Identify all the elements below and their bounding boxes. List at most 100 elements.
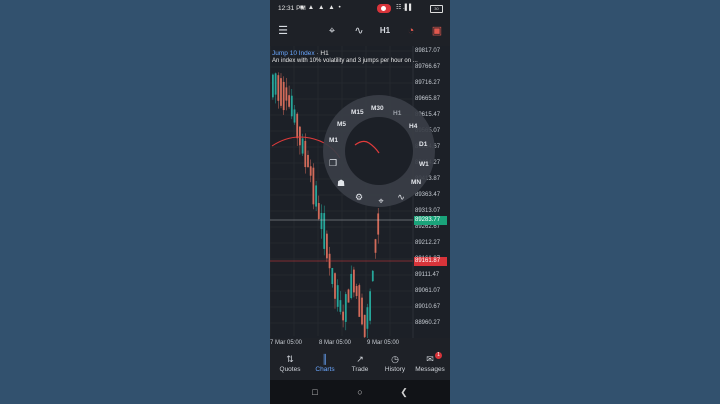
candle	[369, 291, 371, 321]
timeframe-mn[interactable]: MN	[411, 179, 421, 186]
candle	[293, 109, 296, 123]
timeframe-d1[interactable]: D1	[419, 141, 427, 148]
timeframe-w1[interactable]: W1	[419, 161, 429, 168]
candle	[344, 294, 347, 322]
candle	[317, 203, 320, 219]
candle	[277, 75, 280, 101]
candle	[366, 307, 369, 329]
chart-symbol-title: Jump 10 Index · H1	[272, 50, 329, 57]
timeframe-m1[interactable]: M1	[329, 137, 338, 144]
crosshair-icon[interactable]: ⌖	[325, 24, 339, 38]
phone-screen: 12:31 PM ■ ▲ ▲ ▲ • ☷ .▌▌ 30 ☰ ⌖ ∿ H1 ◔ ▣…	[270, 0, 450, 404]
price-label: 89313.07	[415, 208, 441, 214]
candle	[363, 314, 366, 338]
price-label: 89363.47	[415, 192, 441, 198]
candle	[274, 73, 277, 95]
settings-icon[interactable]: ⚙	[353, 191, 365, 203]
shapes-icon[interactable]: ☗	[335, 177, 347, 189]
bottom-navigation: ⇅ Quotes ║ Charts ↗ Trade ◷ History ✉ 1 …	[270, 350, 450, 380]
timeframe-h4[interactable]: H4	[409, 123, 417, 130]
charts-icon: ║	[321, 354, 329, 364]
candle	[336, 285, 339, 307]
indicators-icon[interactable]: ∿	[395, 191, 407, 203]
candle	[347, 289, 350, 303]
price-label: 89010.67	[415, 304, 441, 310]
trade-icon[interactable]: ▣	[430, 24, 444, 38]
price-label: 89766.67	[415, 64, 441, 70]
candle	[280, 78, 282, 106]
candle	[301, 138, 304, 154]
messages-icon: ✉	[426, 354, 434, 364]
candle	[309, 166, 312, 176]
battery-icon: 30	[430, 5, 443, 13]
candle	[331, 267, 334, 285]
candle	[323, 213, 326, 249]
ask-price-tag: 89161.87	[414, 257, 447, 266]
trade-icon: ↗	[356, 354, 364, 364]
candle	[339, 300, 342, 312]
status-bar: 12:31 PM ■ ▲ ▲ ▲ • ☷ .▌▌ 30	[270, 0, 450, 18]
candle	[342, 311, 344, 321]
objects-icon[interactable]: ◔	[404, 24, 418, 38]
window-icon[interactable]: ❐	[327, 157, 339, 169]
candle	[377, 213, 380, 235]
candle	[320, 212, 323, 230]
time-label: 8 Mar 05:00	[319, 340, 352, 346]
nav-charts[interactable]: ║ Charts	[307, 353, 343, 373]
nav-messages[interactable]: ✉ 1 Messages	[412, 352, 448, 373]
chart-toolbar: ☰ ⌖ ∿ H1 ◔ ▣	[270, 18, 450, 46]
bid-price-tag: 89283.77	[414, 216, 447, 225]
candle	[361, 297, 363, 325]
timeframe-m5[interactable]: M5	[337, 121, 346, 128]
candle	[350, 273, 353, 299]
recent-apps-button[interactable]: □	[309, 386, 321, 398]
candle	[285, 87, 288, 101]
price-label: 89111.47	[415, 272, 440, 278]
candle	[374, 239, 377, 253]
candle	[334, 273, 336, 299]
candle	[272, 74, 274, 98]
nav-charts-label: Charts	[315, 366, 335, 373]
nav-history-label: History	[384, 366, 406, 373]
home-button[interactable]: ○	[354, 386, 366, 398]
candle	[296, 113, 299, 139]
indicators-icon[interactable]: ∿	[352, 24, 366, 38]
price-label: 89817.07	[415, 48, 441, 54]
nav-messages-label: Messages	[415, 366, 445, 373]
nav-quotes[interactable]: ⇅ Quotes	[272, 353, 308, 373]
price-label: 89665.87	[415, 96, 441, 102]
crosshair-icon[interactable]: ⌖	[375, 195, 387, 207]
price-label: 89212.27	[415, 240, 441, 246]
system-navigation-bar: □ ○ ❮	[270, 380, 450, 404]
candle	[299, 126, 301, 146]
wheel-center	[345, 117, 413, 185]
candle	[371, 270, 374, 282]
nav-trade-label: Trade	[351, 366, 369, 373]
menu-icon[interactable]: ☰	[276, 24, 290, 38]
wheel-preview-line	[354, 140, 380, 154]
timeframe-m30[interactable]: M30	[371, 105, 384, 112]
price-label: 89061.07	[415, 288, 441, 294]
messages-badge: 1	[435, 352, 442, 359]
chart-timeframe: H1	[320, 50, 329, 57]
time-label: 7 Mar 05:00	[270, 340, 303, 346]
time-label: 9 Mar 05:00	[367, 340, 400, 346]
symbol-description: An index with 10% volatility and 3 jumps…	[272, 58, 418, 64]
timeframe-wheel: M1 M5 M15 M30 H1 H4 D1 W1 MN ❐ ☗ ⚙ ⌖ ∿	[323, 95, 435, 207]
nav-trade[interactable]: ↗ Trade	[342, 353, 378, 373]
candle	[312, 167, 315, 205]
nav-quotes-label: Quotes	[279, 366, 301, 373]
candle	[358, 285, 361, 317]
candle	[326, 233, 328, 259]
timeframe-m15[interactable]: M15	[351, 109, 364, 116]
notification-icons: ■ ▲ ▲ ▲ •	[300, 4, 342, 11]
timeframe-h1[interactable]: H1	[393, 110, 401, 117]
nav-history[interactable]: ◷ History	[377, 353, 413, 373]
quotes-icon: ⇅	[286, 354, 294, 364]
timeframe-button[interactable]: H1	[378, 24, 392, 38]
candle	[304, 140, 307, 168]
history-icon: ◷	[391, 354, 399, 364]
candle	[315, 185, 317, 207]
price-label: 88960.27	[415, 320, 441, 326]
back-button[interactable]: ❮	[398, 386, 410, 398]
